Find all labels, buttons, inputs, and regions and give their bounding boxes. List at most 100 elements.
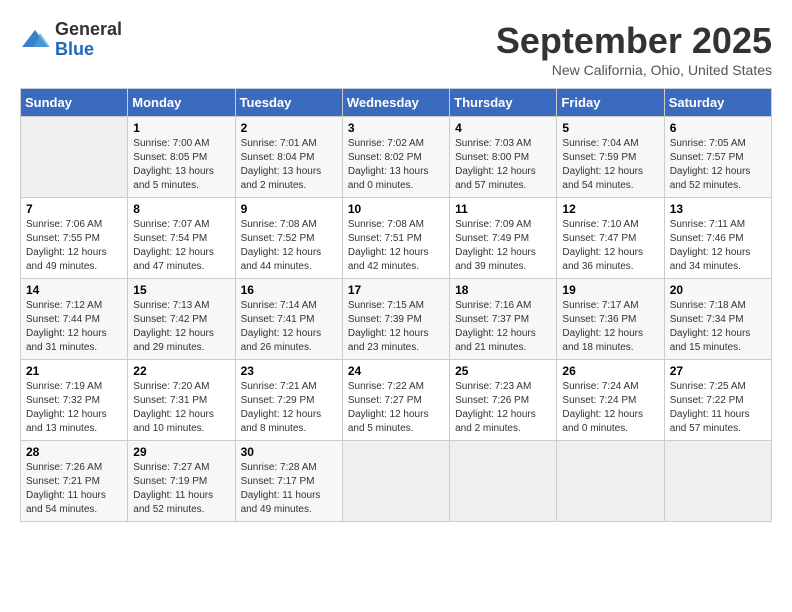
day-info: Sunrise: 7:27 AMSunset: 7:19 PMDaylight:… bbox=[133, 461, 229, 517]
calendar-cell: 30Sunrise: 7:28 AMSunset: 7:17 PMDayligh… bbox=[235, 441, 342, 522]
header-day: Friday bbox=[557, 89, 664, 117]
calendar-body: 1 Sunrise: 7:00 AMSunset: 8:05 PMDaylight… bbox=[21, 117, 772, 522]
calendar-cell: 21Sunrise: 7:19 AMSunset: 7:32 PMDayligh… bbox=[21, 360, 128, 441]
day-number: 27 bbox=[670, 364, 766, 378]
day-info: Sunrise: 7:12 AMSunset: 7:44 PMDaylight:… bbox=[26, 299, 122, 355]
day-number: 28 bbox=[26, 445, 122, 459]
header-day: Wednesday bbox=[342, 89, 449, 117]
calendar-cell bbox=[664, 441, 771, 522]
day-number: 8 bbox=[133, 202, 229, 216]
day-number: 22 bbox=[133, 364, 229, 378]
calendar-cell: 7 Sunrise: 7:06 AMSunset: 7:55 PMDaylight… bbox=[21, 198, 128, 279]
day-info: Sunrise: 7:25 AMSunset: 7:22 PMDaylight:… bbox=[670, 380, 766, 436]
calendar-cell: 3Sunrise: 7:02 AMSunset: 8:02 PMDaylight… bbox=[342, 117, 449, 198]
calendar-cell: 6 Sunrise: 7:05 AMSunset: 7:57 PMDaylight… bbox=[664, 117, 771, 198]
day-info: Sunrise: 7:26 AMSunset: 7:21 PMDaylight:… bbox=[26, 461, 122, 517]
day-info: Sunrise: 7:05 AMSunset: 7:57 PMDaylight:… bbox=[670, 137, 766, 193]
calendar-cell: 24 Sunrise: 7:22 AMSunset: 7:27 PMDayligh… bbox=[342, 360, 449, 441]
location: New California, Ohio, United States bbox=[496, 62, 772, 78]
calendar-cell: 18Sunrise: 7:16 AMSunset: 7:37 PMDayligh… bbox=[450, 279, 557, 360]
calendar-cell: 26 Sunrise: 7:24 AMSunset: 7:24 PMDayligh… bbox=[557, 360, 664, 441]
page-header: General Blue September 2025 New Californ… bbox=[20, 20, 772, 78]
day-number: 29 bbox=[133, 445, 229, 459]
logo-blue: Blue bbox=[55, 40, 122, 60]
day-info: Sunrise: 7:08 AMSunset: 7:51 PMDaylight:… bbox=[348, 218, 444, 274]
day-number: 16 bbox=[241, 283, 337, 297]
calendar-cell: 20Sunrise: 7:18 AMSunset: 7:34 PMDayligh… bbox=[664, 279, 771, 360]
calendar-cell: 4Sunrise: 7:03 AMSunset: 8:00 PMDaylight… bbox=[450, 117, 557, 198]
calendar-row: 14Sunrise: 7:12 AMSunset: 7:44 PMDayligh… bbox=[21, 279, 772, 360]
title-block: September 2025 New California, Ohio, Uni… bbox=[496, 20, 772, 78]
calendar-row: 7 Sunrise: 7:06 AMSunset: 7:55 PMDaylight… bbox=[21, 198, 772, 279]
calendar-cell: 27 Sunrise: 7:25 AMSunset: 7:22 PMDayligh… bbox=[664, 360, 771, 441]
calendar-cell: 22 Sunrise: 7:20 AMSunset: 7:31 PMDayligh… bbox=[128, 360, 235, 441]
day-info: Sunrise: 7:20 AMSunset: 7:31 PMDaylight:… bbox=[133, 380, 229, 436]
calendar-cell: 29 Sunrise: 7:27 AMSunset: 7:19 PMDayligh… bbox=[128, 441, 235, 522]
day-info: Sunrise: 7:06 AMSunset: 7:55 PMDaylight:… bbox=[26, 218, 122, 274]
day-number: 13 bbox=[670, 202, 766, 216]
calendar-cell: 12Sunrise: 7:10 AMSunset: 7:47 PMDayligh… bbox=[557, 198, 664, 279]
day-number: 26 bbox=[562, 364, 658, 378]
day-info: Sunrise: 7:13 AMSunset: 7:42 PMDaylight:… bbox=[133, 299, 229, 355]
calendar-cell bbox=[557, 441, 664, 522]
day-number: 17 bbox=[348, 283, 444, 297]
calendar-cell: 19 Sunrise: 7:17 AMSunset: 7:36 PMDayligh… bbox=[557, 279, 664, 360]
calendar-cell bbox=[450, 441, 557, 522]
day-number: 19 bbox=[562, 283, 658, 297]
day-info: Sunrise: 7:24 AMSunset: 7:24 PMDaylight:… bbox=[562, 380, 658, 436]
header-day: Thursday bbox=[450, 89, 557, 117]
calendar-row: 1 Sunrise: 7:00 AMSunset: 8:05 PMDaylight… bbox=[21, 117, 772, 198]
calendar-row: 28 Sunrise: 7:26 AMSunset: 7:21 PMDayligh… bbox=[21, 441, 772, 522]
day-info: Sunrise: 7:07 AMSunset: 7:54 PMDaylight:… bbox=[133, 218, 229, 274]
calendar-cell: 23Sunrise: 7:21 AMSunset: 7:29 PMDayligh… bbox=[235, 360, 342, 441]
calendar-cell: 2 Sunrise: 7:01 AMSunset: 8:04 PMDaylight… bbox=[235, 117, 342, 198]
day-number: 24 bbox=[348, 364, 444, 378]
day-info: Sunrise: 7:22 AMSunset: 7:27 PMDaylight:… bbox=[348, 380, 444, 436]
calendar-cell: 16 Sunrise: 7:14 AMSunset: 7:41 PMDayligh… bbox=[235, 279, 342, 360]
day-number: 15 bbox=[133, 283, 229, 297]
day-info: Sunrise: 7:17 AMSunset: 7:36 PMDaylight:… bbox=[562, 299, 658, 355]
day-number: 5 bbox=[562, 121, 658, 135]
day-number: 6 bbox=[670, 121, 766, 135]
day-number: 25 bbox=[455, 364, 551, 378]
day-number: 1 bbox=[133, 121, 229, 135]
day-number: 10 bbox=[348, 202, 444, 216]
header-day: Saturday bbox=[664, 89, 771, 117]
day-info: Sunrise: 7:04 AMSunset: 7:59 PMDaylight:… bbox=[562, 137, 658, 193]
calendar-cell: 28 Sunrise: 7:26 AMSunset: 7:21 PMDayligh… bbox=[21, 441, 128, 522]
day-number: 2 bbox=[241, 121, 337, 135]
calendar-cell: 14Sunrise: 7:12 AMSunset: 7:44 PMDayligh… bbox=[21, 279, 128, 360]
day-number: 30 bbox=[241, 445, 337, 459]
calendar-cell: 9 Sunrise: 7:08 AMSunset: 7:52 PMDaylight… bbox=[235, 198, 342, 279]
day-number: 21 bbox=[26, 364, 122, 378]
calendar-cell: 15 Sunrise: 7:13 AMSunset: 7:42 PMDayligh… bbox=[128, 279, 235, 360]
day-number: 23 bbox=[241, 364, 337, 378]
day-info: Sunrise: 7:15 AMSunset: 7:39 PMDaylight:… bbox=[348, 299, 444, 355]
month-title: September 2025 bbox=[496, 20, 772, 62]
day-info: Sunrise: 7:02 AMSunset: 8:02 PMDaylight:… bbox=[348, 137, 444, 193]
calendar-cell: 8 Sunrise: 7:07 AMSunset: 7:54 PMDaylight… bbox=[128, 198, 235, 279]
calendar-cell: 11 Sunrise: 7:09 AMSunset: 7:49 PMDayligh… bbox=[450, 198, 557, 279]
calendar-cell: 1 Sunrise: 7:00 AMSunset: 8:05 PMDaylight… bbox=[128, 117, 235, 198]
day-info: Sunrise: 7:08 AMSunset: 7:52 PMDaylight:… bbox=[241, 218, 337, 274]
day-info: Sunrise: 7:01 AMSunset: 8:04 PMDaylight:… bbox=[241, 137, 337, 193]
calendar-cell: 5 Sunrise: 7:04 AMSunset: 7:59 PMDaylight… bbox=[557, 117, 664, 198]
day-info: Sunrise: 7:14 AMSunset: 7:41 PMDaylight:… bbox=[241, 299, 337, 355]
header-row: SundayMondayTuesdayWednesdayThursdayFrid… bbox=[21, 89, 772, 117]
day-info: Sunrise: 7:11 AMSunset: 7:46 PMDaylight:… bbox=[670, 218, 766, 274]
day-number: 11 bbox=[455, 202, 551, 216]
calendar-cell bbox=[21, 117, 128, 198]
logo-text: General Blue bbox=[55, 20, 122, 60]
day-number: 20 bbox=[670, 283, 766, 297]
header-day: Monday bbox=[128, 89, 235, 117]
header-day: Tuesday bbox=[235, 89, 342, 117]
calendar-cell: 25Sunrise: 7:23 AMSunset: 7:26 PMDayligh… bbox=[450, 360, 557, 441]
calendar-cell: 10 Sunrise: 7:08 AMSunset: 7:51 PMDayligh… bbox=[342, 198, 449, 279]
logo-icon bbox=[20, 25, 50, 55]
day-number: 7 bbox=[26, 202, 122, 216]
day-info: Sunrise: 7:09 AMSunset: 7:49 PMDaylight:… bbox=[455, 218, 551, 274]
calendar-cell bbox=[342, 441, 449, 522]
day-info: Sunrise: 7:00 AMSunset: 8:05 PMDaylight:… bbox=[133, 137, 229, 193]
day-number: 9 bbox=[241, 202, 337, 216]
calendar-table: SundayMondayTuesdayWednesdayThursdayFrid… bbox=[20, 88, 772, 522]
